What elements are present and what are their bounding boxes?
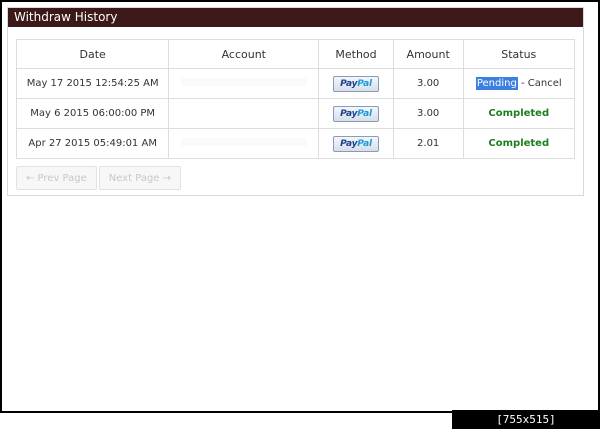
paypal-logo-icon: PayPal — [333, 105, 379, 122]
cell-method: PayPal — [318, 98, 394, 129]
cell-method: PayPal — [318, 128, 394, 159]
column-header-account: Account — [168, 39, 320, 69]
account-redacted — [180, 78, 307, 86]
table-row: Apr 27 2015 05:49:01 AM PayPal 2.01 Comp… — [15, 128, 576, 159]
cell-status: Completed — [462, 98, 576, 129]
cell-account — [168, 98, 320, 129]
paypal-logo-icon: PayPal — [333, 75, 379, 92]
cell-account — [168, 128, 320, 159]
cell-method: PayPal — [318, 68, 394, 99]
pagination: ← Prev Page Next Page → — [16, 166, 183, 190]
withdraw-history-table: Date Account Method Amount Status May 17… — [15, 39, 576, 159]
cell-amount: 3.00 — [392, 98, 464, 129]
status-completed: Completed — [488, 138, 550, 149]
cell-account — [168, 68, 320, 99]
next-page-button[interactable]: Next Page → — [98, 166, 182, 190]
prev-page-button[interactable]: ← Prev Page — [16, 166, 97, 190]
status-completed: Completed — [488, 108, 550, 119]
table-row: May 17 2015 12:54:25 AM PayPal 3.00 Pend… — [15, 68, 576, 99]
watermark: [755x515] http://upic.me/ — [452, 410, 600, 445]
withdraw-history-panel: Withdraw History Date Account Method Amo… — [7, 7, 584, 196]
cell-amount: 3.00 — [392, 68, 464, 99]
cell-status: Completed — [462, 128, 576, 159]
column-header-amount: Amount — [392, 39, 464, 69]
cell-date: May 17 2015 12:54:25 AM — [15, 68, 170, 99]
table-row: May 6 2015 06:00:00 PM PayPal 3.00 Compl… — [15, 98, 576, 129]
status-pending: Pending — [475, 77, 518, 90]
cancel-link[interactable]: - Cancel — [518, 78, 562, 89]
column-header-status: Status — [462, 39, 576, 69]
account-redacted — [180, 138, 307, 146]
screenshot-frame: Withdraw History Date Account Method Amo… — [0, 0, 600, 413]
column-header-date: Date — [15, 39, 170, 69]
cell-status: Pending - Cancel — [462, 68, 576, 99]
column-header-method: Method — [318, 39, 394, 69]
cell-date: May 6 2015 06:00:00 PM — [15, 98, 170, 129]
paypal-logo-icon: PayPal — [333, 135, 379, 152]
cell-date: Apr 27 2015 05:49:01 AM — [15, 128, 170, 159]
table-header-row: Date Account Method Amount Status — [15, 39, 576, 69]
panel-title: Withdraw History — [8, 8, 583, 27]
cell-amount: 2.01 — [392, 128, 464, 159]
